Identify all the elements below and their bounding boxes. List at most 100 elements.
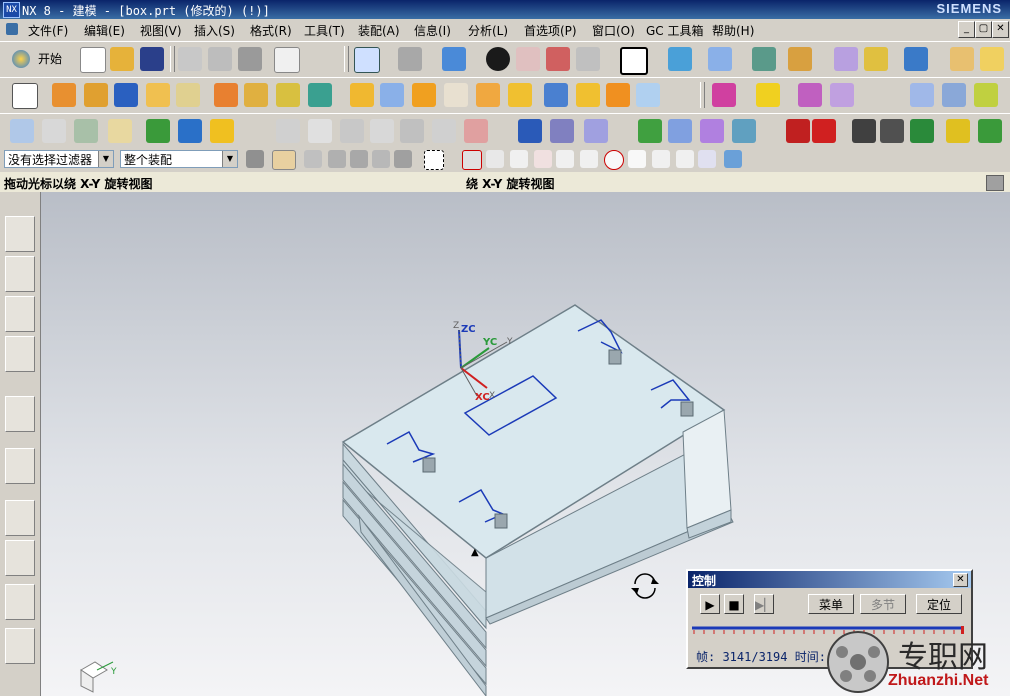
datum-plane-icon[interactable] (308, 83, 332, 107)
mate-icon[interactable] (178, 119, 202, 143)
locate-button[interactable]: 定位 (916, 594, 962, 614)
snap-tangent-icon[interactable] (580, 150, 598, 168)
menu-button[interactable]: 菜单 (808, 594, 854, 614)
check-clearance-icon[interactable] (638, 119, 662, 143)
sequence-g2-icon[interactable] (308, 119, 332, 143)
step-button[interactable]: ▶▏ (754, 594, 774, 614)
sketch-icon[interactable] (12, 83, 38, 109)
reuse-library-tab-icon[interactable] (5, 336, 35, 372)
render-style-icon[interactable] (398, 47, 422, 71)
note-icon[interactable] (108, 119, 132, 143)
new-file-icon[interactable] (80, 47, 106, 73)
menu-help[interactable]: 帮助(H) (712, 22, 754, 39)
menu-preferences[interactable]: 首选项(P) (524, 22, 577, 39)
restore-button[interactable]: ▢ (975, 21, 992, 38)
menu-edit[interactable]: 编辑(E) (84, 22, 125, 39)
constraint-navigator-tab-icon[interactable] (5, 256, 35, 292)
unite-icon[interactable] (350, 83, 374, 107)
mirror-icon[interactable] (756, 83, 780, 107)
edge-blend-icon[interactable] (476, 83, 500, 107)
menu-format[interactable]: 格式(R) (250, 22, 292, 39)
layer-settings-icon[interactable] (752, 47, 776, 71)
section-view-icon[interactable] (516, 47, 540, 71)
step-forward-icon[interactable] (852, 119, 876, 143)
snap-on-curve-icon[interactable] (652, 150, 670, 168)
assembly-navigator-icon[interactable] (10, 119, 34, 143)
close-button[interactable]: ✕ (992, 21, 1009, 38)
scale-body-icon[interactable] (636, 83, 660, 107)
sequence-os-icon[interactable] (370, 119, 394, 143)
explode-icon[interactable] (732, 119, 756, 143)
start-icon[interactable] (12, 50, 30, 68)
deselect-icon[interactable] (304, 150, 322, 168)
bom-icon[interactable] (700, 119, 724, 143)
start-button[interactable]: 开始 (38, 50, 62, 67)
snap-point-icon[interactable] (628, 150, 646, 168)
orient-view-icon[interactable] (546, 47, 570, 71)
trim-body-icon[interactable] (444, 83, 468, 107)
menu-file[interactable]: 文件(F) (28, 22, 68, 39)
drafting-icon[interactable] (980, 47, 1004, 71)
type-filter-dropdown[interactable]: 没有选择过滤器 ▼ (4, 150, 114, 168)
copy-icon[interactable] (208, 47, 232, 71)
intersect-icon[interactable] (412, 83, 436, 107)
menu-view[interactable]: 视图(V) (140, 22, 182, 39)
sequence-motion-icon[interactable] (464, 119, 488, 143)
rewind-icon[interactable] (786, 119, 810, 143)
step-back-icon[interactable] (812, 119, 836, 143)
revolve-icon[interactable] (84, 83, 108, 107)
surface-icon[interactable] (910, 83, 934, 107)
web-browser-tab-icon[interactable] (5, 396, 35, 432)
extract-icon[interactable] (798, 83, 822, 107)
wireframe-icon[interactable] (576, 47, 600, 71)
reposition-icon[interactable] (210, 119, 234, 143)
csys-icon[interactable] (788, 47, 812, 71)
cut-icon[interactable] (178, 47, 202, 71)
move-component-icon[interactable] (668, 47, 692, 71)
snap-endpoint-icon[interactable] (462, 150, 482, 170)
assembly-navigator-tab-icon[interactable] (5, 216, 35, 252)
snap-midpoint-icon[interactable] (486, 150, 504, 168)
spring-icon[interactable] (518, 119, 542, 143)
rotate-view-icon[interactable] (486, 47, 510, 71)
menu-info[interactable]: 信息(I) (414, 22, 451, 39)
snap-on-surface-icon[interactable] (676, 150, 694, 168)
sequence-oh-icon[interactable] (432, 119, 456, 143)
face-rule-icon[interactable] (328, 150, 346, 168)
menu-gc-toolbox[interactable]: GC 工具箱 (646, 22, 704, 39)
offset-face-icon[interactable] (606, 83, 630, 107)
block-icon[interactable] (114, 83, 138, 107)
scope-dropdown[interactable]: 整个装配 ▼ (120, 150, 238, 168)
analysis-icon[interactable] (668, 119, 692, 143)
sequence-g-icon[interactable] (276, 119, 300, 143)
record-icon[interactable] (910, 119, 934, 143)
dialog-close-icon[interactable]: ✕ (953, 573, 968, 587)
process-studio-tab-icon[interactable] (5, 584, 35, 620)
box-model[interactable]: ▲ (341, 304, 734, 696)
extrude-icon[interactable] (52, 83, 76, 107)
ruler-icon[interactable] (950, 47, 974, 71)
boss-icon[interactable] (176, 83, 200, 107)
play-button[interactable]: ▶ (700, 594, 720, 614)
stop-button[interactable]: ■ (724, 594, 744, 614)
snap-bounded-icon[interactable] (698, 150, 716, 168)
pad-icon[interactable] (214, 83, 238, 107)
feature-rule-icon[interactable] (372, 150, 390, 168)
save-icon[interactable] (140, 47, 164, 71)
layer-icon[interactable] (620, 47, 648, 75)
curve-icon[interactable] (974, 83, 998, 107)
wcs-icon[interactable] (708, 47, 732, 71)
roles-tab-icon[interactable] (5, 628, 35, 664)
hole-icon[interactable] (146, 83, 170, 107)
minimize-button[interactable]: _ (958, 21, 975, 38)
coil-icon[interactable] (550, 119, 574, 143)
measure-icon[interactable] (834, 47, 858, 71)
sequence-gs-icon[interactable] (340, 119, 364, 143)
layer-stack-icon[interactable] (42, 119, 66, 143)
subtract-icon[interactable] (380, 83, 404, 107)
rectangle-select-icon[interactable] (424, 150, 444, 170)
part-list-icon[interactable] (74, 119, 98, 143)
menu-assembly[interactable]: 装配(A) (358, 22, 400, 39)
paint-icon[interactable] (864, 47, 888, 71)
clock-tab-icon[interactable] (5, 500, 35, 536)
